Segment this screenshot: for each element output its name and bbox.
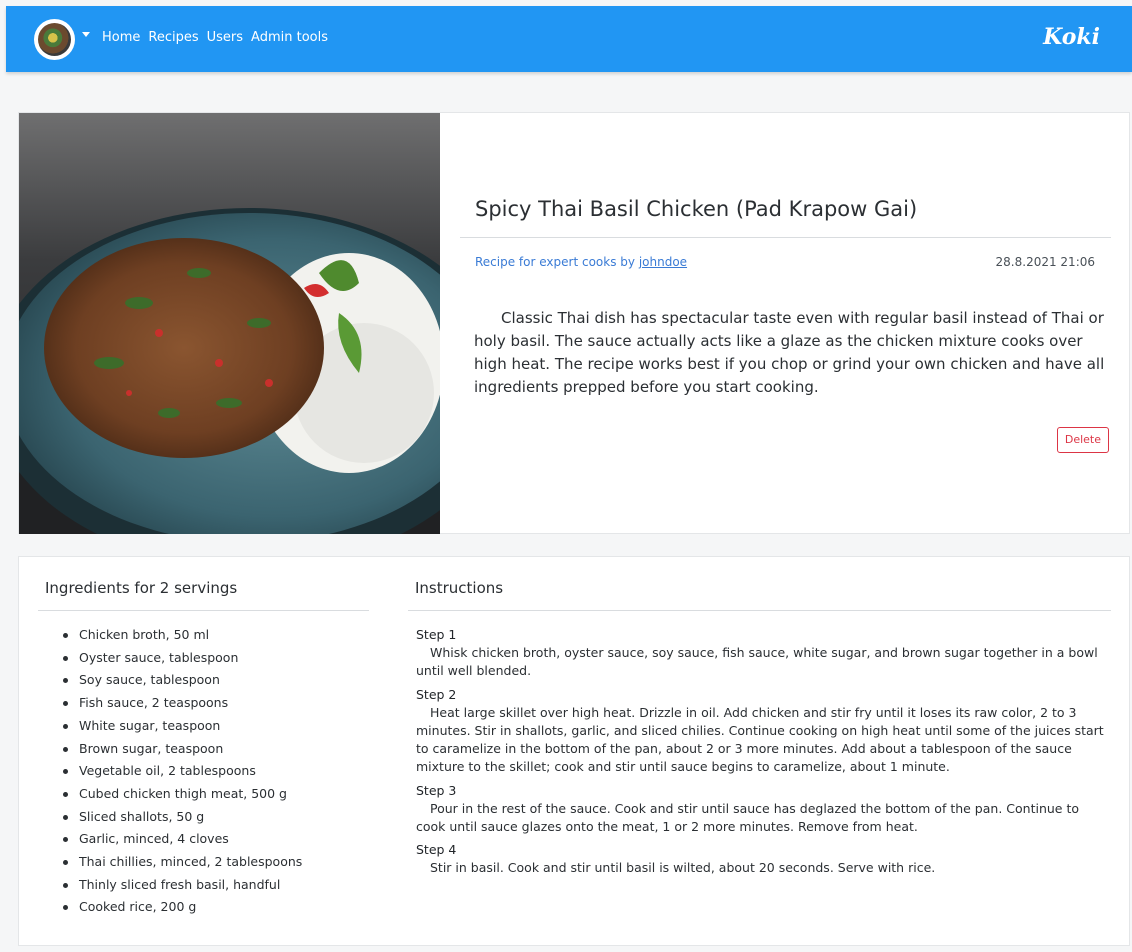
author-link[interactable]: johndoe [639, 255, 687, 269]
step-text: Whisk chicken broth, oyster sauce, soy s… [416, 645, 1098, 679]
top-navbar: Home Recipes Users Admin tools Koki [6, 6, 1132, 72]
delete-button[interactable]: Delete [1056, 427, 1109, 453]
instructions-steps: Step 1 Whisk chicken broth, oyster sauce… [416, 626, 1106, 883]
recipe-date: 28.8.2021 21:06 [995, 255, 1095, 269]
recipe-title: Spicy Thai Basil Chicken (Pad Krapow Gai… [475, 197, 918, 221]
ingredient-item: Sliced shallots, 50 g [61, 806, 302, 829]
avatar-image [38, 23, 71, 56]
step-title: Step 1 [416, 627, 457, 642]
step-text: Heat large skillet over high heat. Drizz… [416, 704, 1104, 775]
nav-links: Home Recipes Users Admin tools [102, 30, 336, 46]
nav-link-recipes[interactable]: Recipes [148, 30, 198, 46]
ingredients-divider [38, 610, 369, 611]
ingredient-item: Cubed chicken thigh meat, 500 g [61, 783, 302, 806]
ingredient-item: Oyster sauce, tablespoon [61, 647, 302, 670]
ingredient-item: Chicken broth, 50 ml [61, 624, 302, 647]
step-title: Step 2 [416, 686, 457, 702]
step-title: Step 3 [416, 782, 457, 798]
nav-link-admin-tools[interactable]: Admin tools [251, 30, 328, 46]
step-text: Pour in the rest of the sauce. Cook and … [416, 800, 1079, 835]
ingredients-heading: Ingredients for 2 servings [45, 579, 238, 597]
recipe-meta: Recipe for expert cooks by johndoe [475, 255, 687, 269]
title-divider [460, 237, 1111, 238]
nav-link-home[interactable]: Home [102, 30, 140, 46]
ingredient-item: Brown sugar, teaspoon [61, 738, 302, 761]
ingredient-item: Soy sauce, tablespoon [61, 669, 302, 692]
step-title: Step 4 [416, 842, 457, 858]
nav-link-users[interactable]: Users [207, 30, 243, 46]
ingredient-item: Thai chillies, minced, 2 tablespoons [61, 851, 302, 874]
recipe-meta-prefix: Recipe for expert cooks by [475, 255, 639, 269]
ingredient-item: White sugar, teaspoon [61, 715, 302, 738]
ingredient-item: Fish sauce, 2 teaspoons [61, 692, 302, 715]
ingredient-item: Thinly sliced fresh basil, handful [61, 874, 302, 897]
ingredient-item: Cooked rice, 200 g [61, 896, 302, 919]
instructions-divider [408, 610, 1111, 611]
recipe-photo-illustration [19, 113, 440, 534]
recipe-header-card: Spicy Thai Basil Chicken (Pad Krapow Gai… [18, 112, 1130, 534]
ingredients-list: Chicken broth, 50 ml Oyster sauce, table… [61, 624, 302, 919]
instructions-heading: Instructions [415, 579, 504, 597]
recipe-details-card: Ingredients for 2 servings Chicken broth… [18, 556, 1130, 946]
step-text: Stir in basil. Cook and stir until basil… [430, 860, 936, 876]
brand-logo[interactable]: Koki [1043, 24, 1100, 50]
ingredient-item: Garlic, minced, 4 cloves [61, 828, 302, 851]
recipe-description: Classic Thai dish has spectacular taste … [474, 309, 1105, 396]
ingredient-item: Vegetable oil, 2 tablespoons [61, 760, 302, 783]
recipe-photo [19, 113, 440, 534]
chevron-down-icon[interactable] [82, 32, 90, 37]
user-avatar[interactable] [34, 19, 75, 60]
